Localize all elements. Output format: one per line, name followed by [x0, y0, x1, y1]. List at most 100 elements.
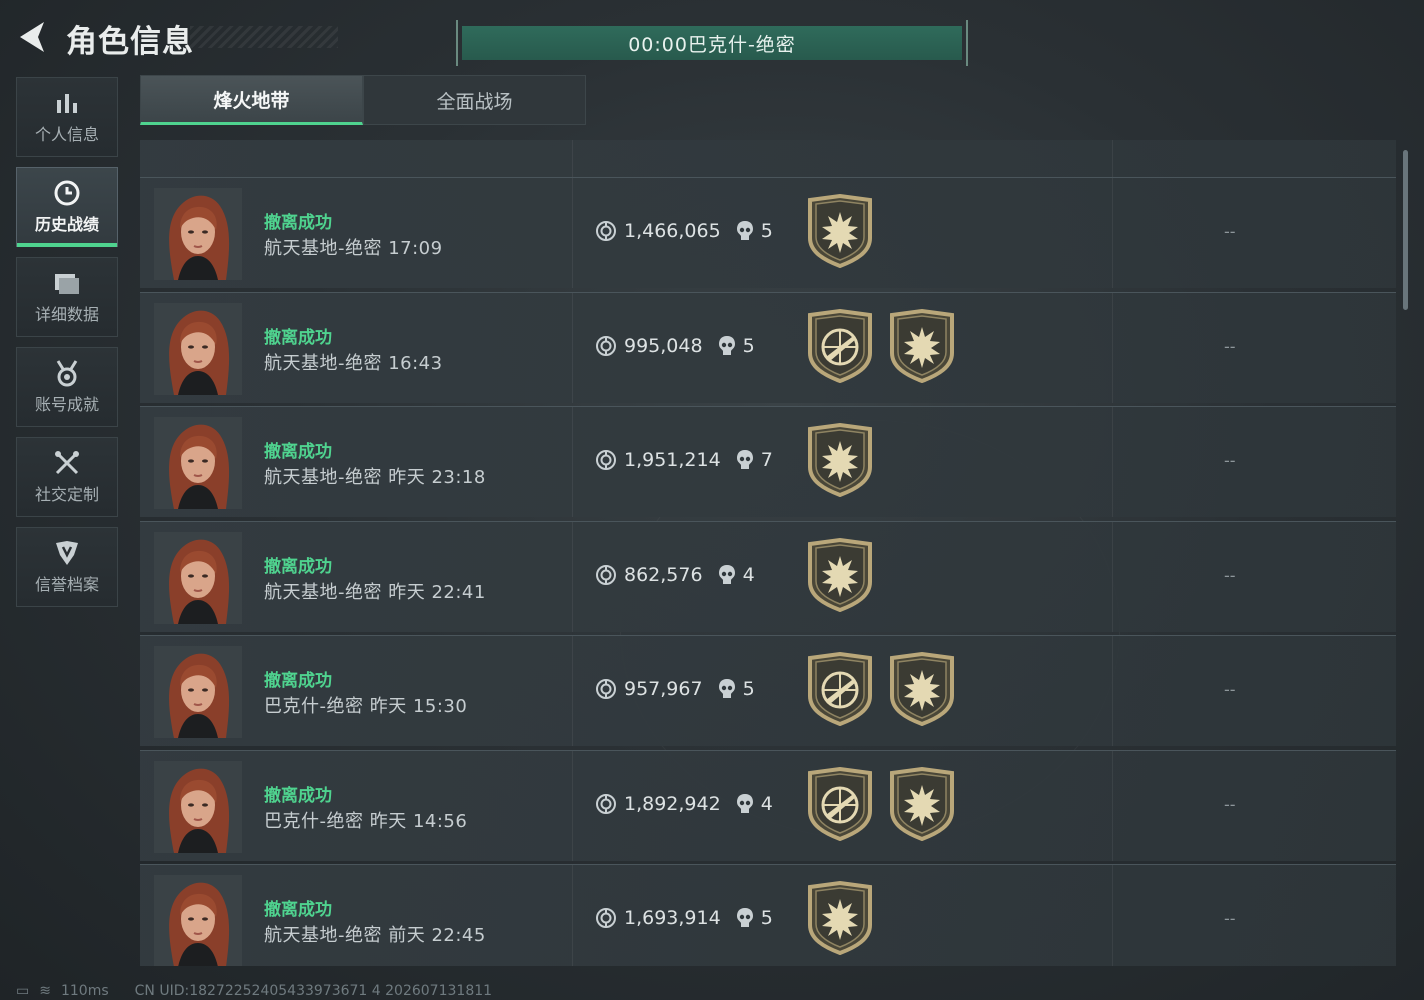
sidebar-item-social[interactable]: 社交定制: [16, 437, 118, 517]
skull-icon: [735, 793, 755, 815]
extracted-value: 995,048: [624, 334, 703, 357]
sidebar-item-reputation[interactable]: 信誉档案: [16, 527, 118, 607]
match-stats: 995,048 5: [595, 335, 755, 357]
coin-icon: [595, 793, 617, 815]
skull-icon: [717, 335, 737, 357]
sidebar-item-detailed-data[interactable]: 详细数据: [16, 257, 118, 337]
list-item[interactable]: 撤离成功 巴克什-绝密 昨天 15:30 957,967 5 --: [140, 635, 1396, 746]
map-and-time: 航天基地-绝密 17:09: [264, 238, 443, 259]
extracted-value: 862,576: [624, 563, 703, 586]
match-stats: 1,951,214 7: [595, 449, 773, 471]
match-history-list[interactable]: 撤离成功 航天基地-绝密 17:09 1,466,065 5 -- 撤离成功 航…: [140, 140, 1396, 966]
kill-count: 7: [760, 449, 773, 471]
back-button[interactable]: [14, 18, 54, 56]
kill-count: 5: [742, 678, 755, 700]
list-item[interactable]: 撤离成功 航天基地-绝密 昨天 23:18 1,951,214 7 --: [140, 406, 1396, 517]
sidebar-item-history[interactable]: 历史战绩: [16, 167, 118, 247]
list-item[interactable]: 撤离成功 航天基地-绝密 昨天 22:41 862,576 4 --: [140, 520, 1396, 632]
kill-count: 5: [760, 907, 773, 929]
status-bar: ▭ ≋ 110ms CN UID:18272252405433973671 4 …: [16, 983, 502, 999]
list-item[interactable]: 撤离成功 巴克什-绝密 昨天 14:56 1,892,942 4 --: [140, 749, 1396, 861]
bar-chart-icon: [53, 89, 81, 117]
ping-text: 110ms: [60, 983, 109, 999]
operator-avatar: [154, 302, 242, 395]
extracted-value: 1,693,914: [624, 907, 721, 929]
sun-emblem-badge: [888, 308, 956, 383]
extracted-value: 1,466,065: [624, 220, 721, 242]
uid-text: CN UID:18272252405433973671 4 2026071318…: [134, 983, 493, 999]
match-stats: 862,576 4: [595, 564, 755, 586]
tab-full-battlefield[interactable]: 全面战场: [363, 75, 586, 125]
operator-avatar: [154, 646, 242, 738]
extra-info: --: [1224, 451, 1236, 470]
sun-emblem-badge: [888, 651, 956, 727]
list-item-partial: [140, 140, 1396, 177]
extraction-result: 撤离成功: [264, 213, 332, 233]
extra-info: --: [1224, 680, 1236, 699]
coin-icon: [595, 335, 617, 357]
header: 角色信息 00:00巴克什-绝密: [0, 0, 1424, 70]
badge-group: [806, 422, 888, 498]
extracted-value: 957,967: [624, 678, 703, 700]
operator-avatar: [154, 417, 242, 509]
title-decoration: [190, 26, 338, 48]
match-stats: 1,892,942 4: [595, 793, 773, 815]
wifi-icon: ≋: [39, 983, 51, 999]
badge-group: [806, 193, 888, 269]
match-stats: 1,693,914 5: [595, 907, 773, 929]
sidebar: 个人信息 历史战绩 详细数据 账号成就 社交定制 信誉档案: [16, 77, 118, 617]
back-arrow-icon: [20, 22, 44, 52]
map-and-time: 巴克什-绝密 昨天 14:56: [264, 810, 468, 832]
badge-group: [806, 537, 888, 612]
sun-emblem-badge: [806, 193, 874, 269]
skull-icon: [717, 564, 737, 586]
operator-avatar: [154, 188, 242, 280]
rifle-emblem-badge: [806, 651, 874, 727]
folder-icon: [53, 269, 81, 297]
operator-avatar: [154, 875, 242, 966]
extra-info: --: [1224, 794, 1236, 814]
extracted-value: 1,892,942: [624, 792, 721, 815]
sun-emblem-badge: [806, 537, 874, 612]
tab-haavoc-zone[interactable]: 烽火地带: [140, 75, 363, 125]
match-stats: 1,466,065 5: [595, 220, 773, 242]
medal-icon: [53, 359, 81, 387]
skull-icon: [717, 678, 737, 700]
list-item[interactable]: 撤离成功 航天基地-绝密 17:09 1,466,065 5 --: [140, 177, 1396, 288]
map-and-time: 航天基地-绝密 昨天 23:18: [264, 467, 486, 488]
coin-icon: [595, 449, 617, 471]
shield-icon: [53, 539, 81, 567]
map-and-time: 航天基地-绝密 16:43: [264, 352, 443, 374]
list-scrollbar[interactable]: [1403, 150, 1408, 310]
badge-group: [806, 651, 970, 727]
map-and-time: 航天基地-绝密 昨天 22:41: [264, 581, 486, 603]
mode-tabs: 烽火地带 全面战场: [140, 75, 586, 125]
extra-info: --: [1224, 909, 1236, 928]
list-item[interactable]: 撤离成功 航天基地-绝密 16:43 995,048 5 --: [140, 291, 1396, 403]
sun-emblem-badge: [806, 422, 874, 498]
page-title: 角色信息: [66, 24, 194, 60]
extra-info: --: [1224, 565, 1236, 585]
extraction-result: 撤离成功: [264, 671, 332, 691]
skull-icon: [735, 449, 755, 471]
badge-group: [806, 308, 970, 383]
match-stats: 957,967 5: [595, 678, 755, 700]
timer-text: 00:00巴克什-绝密: [628, 33, 796, 56]
match-timer-bar: 00:00巴克什-绝密: [456, 20, 968, 66]
coin-icon: [595, 678, 617, 700]
sidebar-item-label: 社交定制: [34, 485, 99, 504]
map-and-time: 航天基地-绝密 前天 22:45: [264, 925, 486, 946]
sidebar-item-achievements[interactable]: 账号成就: [16, 347, 118, 427]
map-and-time: 巴克什-绝密 昨天 15:30: [264, 696, 468, 717]
extraction-result: 撤离成功: [264, 442, 332, 462]
kill-count: 4: [760, 792, 773, 815]
clock-icon: [53, 179, 81, 207]
list-item[interactable]: 撤离成功 航天基地-绝密 前天 22:45 1,693,914 5 --: [140, 864, 1396, 966]
sidebar-item-personal-info[interactable]: 个人信息: [16, 77, 118, 157]
coin-icon: [595, 564, 617, 586]
sun-emblem-badge: [806, 880, 874, 956]
rifle-emblem-badge: [806, 308, 874, 383]
kill-count: 4: [742, 563, 755, 586]
badge-group: [806, 880, 888, 956]
sidebar-item-label: 个人信息: [34, 125, 99, 144]
